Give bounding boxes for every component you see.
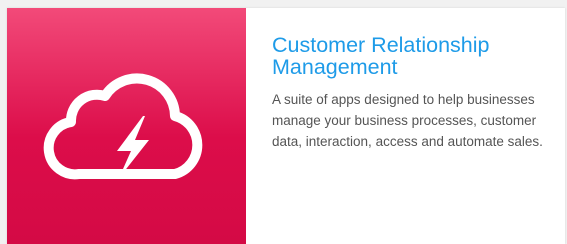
- cloud-lightning-icon: [39, 66, 215, 186]
- card-description: A suite of apps designed to help busines…: [272, 92, 543, 149]
- card-media: [7, 8, 246, 244]
- app-card-crm[interactable]: Customer Relationship Management A suite…: [7, 8, 565, 244]
- card-title[interactable]: Customer Relationship Management: [272, 34, 545, 78]
- card-body: Customer Relationship Management A suite…: [246, 8, 565, 244]
